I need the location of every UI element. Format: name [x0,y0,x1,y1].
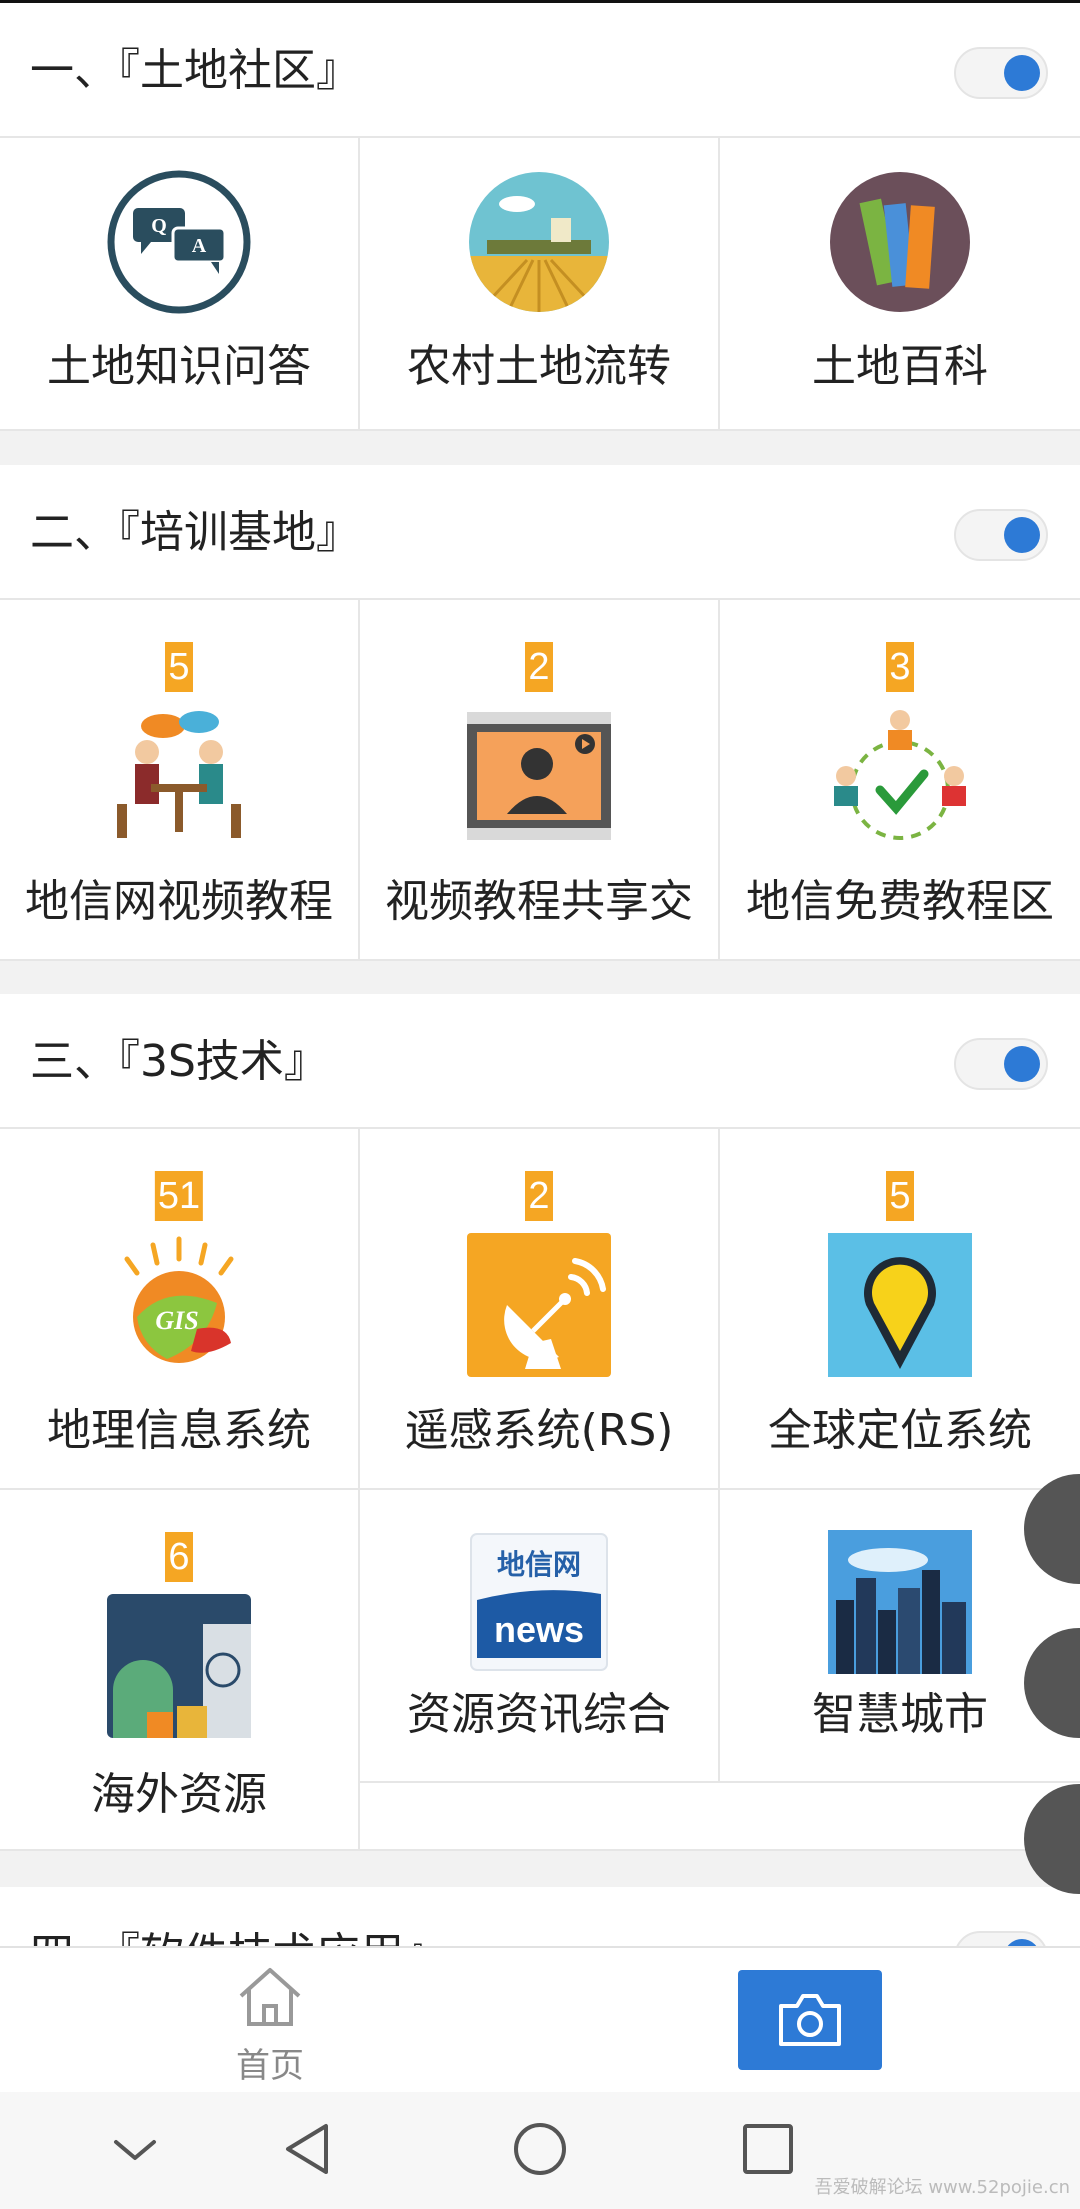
books-icon [830,172,970,312]
nav-home-button[interactable]: 首页 [210,1966,330,2086]
chevron-down-icon[interactable] [100,2114,170,2184]
section-training-base: 二、『培训基地』 5 地信网视频教程 2 视频教程共享交 3 地信免费教程区 [0,465,1080,961]
video-user-icon [467,712,611,840]
grid-item-land-qa[interactable]: Q A 土地知识问答 [0,138,360,429]
camera-button[interactable] [738,1970,882,2070]
grid-row: 6 海外资源 地信网 news 资源资讯综合 智慧城市 [0,1490,1080,1851]
grid-item-gis[interactable]: 51 GIS 地理信息系统 [0,1129,360,1488]
svg-text:地信网: 地信网 [497,1548,581,1581]
network-users-icon [834,710,966,840]
count-badge: 51 [154,1171,204,1221]
grid-item-label: 遥感系统(RS) [404,1405,674,1456]
grid-item-label: 全球定位系统 [768,1405,1032,1456]
section-title: 三、『3S技术』 [30,1036,328,1087]
grid-item-label: 海外资源 [91,1769,267,1820]
map-pin-icon [828,1233,972,1377]
grid-item-label: 视频教程共享交 [385,876,693,927]
count-badge: 6 [165,1532,193,1582]
toggle-knob [1004,517,1040,553]
grid-item-label: 地理信息系统 [47,1405,311,1456]
toggle-knob [1004,55,1040,91]
recents-square-icon[interactable] [733,2114,803,2184]
section-header: 四、『软件技术应用』 [0,1887,1080,1947]
world-resources-icon [107,1594,251,1738]
svg-text:news: news [494,1609,584,1650]
grid-item-video-share[interactable]: 2 视频教程共享交 [360,600,720,959]
grid-item-gps[interactable]: 5 全球定位系统 [720,1129,1080,1488]
gis-icon: GIS [124,1236,234,1363]
section-header: 二、『培训基地』 [0,465,1080,600]
grid-item-label: 土地百科 [812,341,988,392]
grid-item-remote-sensing[interactable]: 2 遥感系统(RS) [360,1129,720,1488]
satellite-dish-icon [467,1233,611,1377]
count-badge: 2 [525,642,553,692]
section-header: 三、『3S技术』 [0,994,1080,1129]
grid-item-free-tutorials[interactable]: 3 地信免费教程区 [720,600,1080,959]
bottom-nav: 首页 [0,1946,1080,2092]
home-icon [239,1968,301,2026]
grid-item-farmland-transfer[interactable]: 农村土地流转 [360,138,720,429]
section-title: 一、『土地社区』 [30,45,360,96]
count-badge: 5 [886,1171,914,1221]
svg-text:A: A [192,235,207,257]
section-3s-tech: 三、『3S技术』 51 GIS 地理信息系统 2 遥感系统(RS) 5 全球定位… [0,994,1080,1851]
grid-item-label: 资源资讯综合 [407,1689,671,1740]
meeting-icon [117,711,241,838]
farmland-icon [469,172,609,312]
svg-text:Q: Q [151,215,167,237]
section-toggle[interactable] [954,1038,1048,1090]
grid-item-label: 地信网视频教程 [25,876,333,927]
section-land-community: 一、『土地社区』 Q A 土地知识问答 农村土地流转 土地百科 [0,3,1080,431]
news-icon: 地信网 news [470,1533,608,1671]
count-badge: 5 [165,642,193,692]
grid-row: Q A 土地知识问答 农村土地流转 土地百科 [0,138,1080,431]
back-triangle-icon[interactable] [274,2114,344,2184]
grid-item-land-encyclopedia[interactable]: 土地百科 [720,138,1080,429]
svg-text:GIS: GIS [155,1306,198,1335]
nav-home-label: 首页 [236,2046,304,2086]
count-badge: 2 [525,1171,553,1221]
section-title: 四、『软件技术应用』 [30,1887,448,1947]
grid-item-label: 农村土地流转 [407,341,671,392]
section-toggle[interactable] [954,509,1048,561]
section-toggle[interactable] [954,1931,1048,1947]
grid-item-label: 土地知识问答 [47,341,311,392]
home-circle-icon[interactable] [505,2114,575,2184]
count-badge: 3 [886,642,914,692]
section-title: 二、『培训基地』 [30,507,360,558]
grid-item-video-tutorials[interactable]: 5 地信网视频教程 [0,600,360,959]
section-toggle[interactable] [954,47,1048,99]
grid-row: 5 地信网视频教程 2 视频教程共享交 3 地信免费教程区 [0,600,1080,961]
grid-row: 51 GIS 地理信息系统 2 遥感系统(RS) 5 全球定位系统 [0,1129,1080,1490]
camera-icon [779,1994,841,2046]
section-software-tech: 四、『软件技术应用』 [0,1887,1080,1947]
city-icon [828,1530,972,1674]
grid-item-overseas-resources[interactable]: 6 海外资源 [0,1490,360,1849]
grid-item-resource-news[interactable]: 地信网 news 资源资讯综合 [360,1490,720,1783]
qa-icon: Q A [107,170,251,314]
watermark: 吾爱破解论坛 www.52pojie.cn [814,2177,1070,2198]
toggle-knob [1004,1046,1040,1082]
grid-item-label: 地信免费教程区 [746,876,1054,927]
section-header: 一、『土地社区』 [0,3,1080,138]
